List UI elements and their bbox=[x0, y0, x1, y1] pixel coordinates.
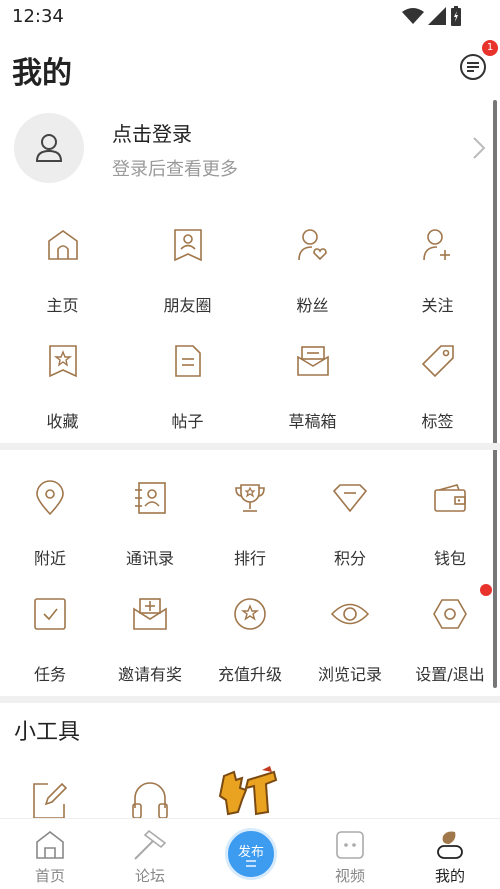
menu-item-fans[interactable]: 粉丝 bbox=[250, 228, 375, 344]
menu-label: 排行 bbox=[233, 549, 266, 568]
section-divider bbox=[0, 696, 500, 703]
menu-label: 充值升级 bbox=[217, 665, 282, 684]
wifi-icon bbox=[402, 8, 424, 24]
message-list-icon bbox=[460, 54, 486, 80]
battery-icon bbox=[451, 6, 461, 26]
menu-label: 设置/退出 bbox=[415, 665, 485, 684]
tab-label: 论坛 bbox=[134, 867, 165, 885]
section-divider bbox=[0, 443, 500, 450]
house-icon bbox=[36, 830, 64, 859]
user-plus-icon bbox=[422, 229, 450, 261]
publish-button[interactable]: 发布 bbox=[225, 828, 277, 880]
messages-button[interactable] bbox=[458, 52, 488, 82]
invite-envelope-icon bbox=[133, 598, 167, 630]
chevron-right-icon[interactable] bbox=[472, 136, 486, 160]
menu-item-points[interactable]: 积分 bbox=[300, 481, 400, 597]
user-icon bbox=[35, 134, 63, 162]
menu-label: 粉丝 bbox=[296, 296, 329, 315]
edit-icon[interactable] bbox=[32, 778, 68, 818]
menu-label: 朋友圈 bbox=[163, 296, 212, 315]
login-subtitle: 登录后查看更多 bbox=[112, 159, 238, 180]
menu-item-wallet[interactable]: 钱包 bbox=[400, 481, 500, 597]
tools-title: 小工具 bbox=[14, 720, 81, 745]
wallet-icon bbox=[434, 484, 466, 512]
menu-item-moments[interactable]: 朋友圈 bbox=[125, 228, 250, 344]
home-icon bbox=[47, 230, 78, 260]
contacts-icon bbox=[135, 482, 166, 514]
menu-item-ranking[interactable]: 排行 bbox=[200, 481, 300, 597]
menu-label: 草稿箱 bbox=[288, 412, 337, 431]
star-bookmark-icon bbox=[48, 345, 77, 378]
menu-label: 附近 bbox=[33, 549, 66, 568]
menu-item-contacts[interactable]: 通讯录 bbox=[100, 481, 200, 597]
menu-label: 邀请有奖 bbox=[117, 665, 182, 684]
tag-icon bbox=[421, 345, 454, 378]
video-icon bbox=[336, 831, 364, 859]
upgrade-star-icon bbox=[234, 598, 266, 630]
tab-label: 首页 bbox=[34, 867, 65, 885]
menu-lines-icon bbox=[246, 859, 256, 867]
tab-label: 我的 bbox=[434, 867, 465, 885]
headphones-icon[interactable] bbox=[131, 778, 169, 818]
menu-label: 帖子 bbox=[171, 412, 204, 431]
settings-red-dot bbox=[480, 584, 492, 596]
trophy-icon bbox=[235, 484, 265, 512]
draft-box-icon bbox=[296, 346, 329, 376]
menu-label: 通讯录 bbox=[125, 549, 174, 568]
menu-label: 浏览记录 bbox=[317, 665, 382, 684]
menu-item-nearby[interactable]: 附近 bbox=[0, 480, 100, 597]
document-icon bbox=[174, 345, 201, 377]
menu-label: 关注 bbox=[421, 296, 454, 315]
tab-video[interactable]: 视频 bbox=[300, 819, 400, 889]
status-time: 12:34 bbox=[12, 6, 64, 27]
menu-label: 主页 bbox=[46, 296, 79, 315]
tab-me[interactable]: 我的 bbox=[400, 819, 500, 889]
location-pin-icon bbox=[36, 480, 64, 516]
me-icon bbox=[437, 831, 463, 859]
menu-label: 标签 bbox=[421, 412, 454, 431]
secondary-menu: 附近 通讯录 排行 积分 钱包 任务 邀请有奖 充值升级 浏览记录 设置/退出 bbox=[0, 480, 500, 713]
status-icons bbox=[402, 6, 462, 26]
status-bar: 12:34 bbox=[0, 0, 500, 34]
tab-forum[interactable]: 论坛 bbox=[100, 819, 200, 889]
primary-menu: 主页 朋友圈 粉丝 关注 收藏 帖子 草稿箱 标签 bbox=[0, 228, 500, 460]
tab-home[interactable]: 首页 bbox=[0, 819, 100, 889]
message-badge: 1 bbox=[482, 40, 498, 56]
menu-item-home[interactable]: 主页 bbox=[0, 228, 125, 344]
page-title: 我的 bbox=[12, 56, 72, 91]
avatar[interactable] bbox=[14, 113, 84, 183]
menu-label: 钱包 bbox=[433, 549, 466, 568]
settings-hexagon-icon bbox=[433, 599, 467, 629]
signal-icon bbox=[428, 7, 446, 25]
diamond-icon bbox=[332, 484, 368, 513]
menu-label: 任务 bbox=[33, 665, 66, 684]
profile-card-icon bbox=[173, 229, 202, 262]
publish-label: 发布 bbox=[237, 844, 264, 860]
task-check-icon bbox=[34, 598, 66, 630]
eye-icon bbox=[330, 603, 370, 625]
user-heart-icon bbox=[297, 229, 327, 261]
menu-label: 收藏 bbox=[46, 412, 79, 431]
login-title[interactable]: 点击登录 bbox=[112, 118, 192, 147]
tab-label: 视频 bbox=[334, 867, 365, 885]
tools-row bbox=[0, 766, 500, 818]
hammer-icon bbox=[134, 829, 167, 860]
menu-item-follow[interactable]: 关注 bbox=[375, 228, 500, 344]
menu-label: 积分 bbox=[333, 549, 366, 568]
game-logo-icon[interactable] bbox=[218, 766, 280, 818]
